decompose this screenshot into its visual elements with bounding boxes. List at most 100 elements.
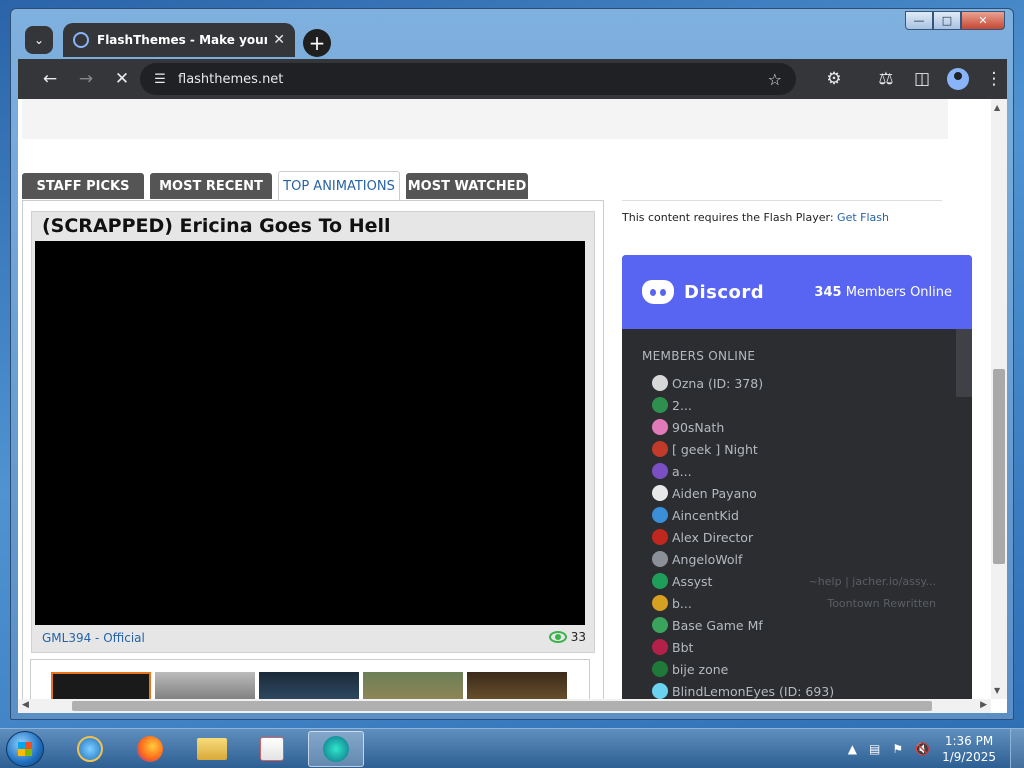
site-settings-icon[interactable]: ☰ <box>150 72 170 87</box>
member-avatar-icon <box>652 639 668 655</box>
tab-strip: ⌄ FlashThemes - Make your own ✕ + <box>17 17 1009 57</box>
address-bar[interactable]: ☰ flashthemes.net ☆ <box>140 63 796 95</box>
member-row[interactable]: Base Game Mf <box>652 615 942 635</box>
member-row[interactable]: BlindLemonEyes (ID: 693) <box>652 681 942 701</box>
menu-kebab-icon[interactable]: ⋮ <box>982 67 1006 91</box>
scroll-left-icon[interactable]: ◀ <box>22 700 29 710</box>
eye-icon <box>548 631 567 643</box>
member-name: a... <box>672 463 692 479</box>
clock-time: 1:36 PM <box>944 734 994 748</box>
member-avatar-icon <box>652 419 668 435</box>
member-row[interactable]: 90sNath <box>652 417 942 437</box>
member-row[interactable]: bije zone <box>652 659 942 679</box>
member-row[interactable]: Aiden Payano <box>652 483 942 503</box>
member-name: AincentKid <box>672 507 739 523</box>
clock[interactable]: 1:36 PM 1/9/2025 <box>942 733 996 765</box>
horizontal-scroll-thumb[interactable] <box>72 701 932 711</box>
member-name: AngeloWolf <box>672 551 743 567</box>
video-title: (SCRAPPED) Ericina Goes To Hell <box>42 215 391 237</box>
flash-message-text: This content requires the Flash Player: <box>622 211 834 224</box>
member-row[interactable]: Bbt <box>652 637 942 657</box>
video-player: (SCRAPPED) Ericina Goes To Hell GML394 -… <box>31 211 595 653</box>
member-name: bije zone <box>672 661 729 677</box>
horizontal-scrollbar[interactable]: ◀ ▶ <box>18 699 991 713</box>
internet-explorer-icon <box>77 736 103 762</box>
taskbar: ▲ ▤ ⚑ 🔇 1:36 PM 1/9/2025 <box>0 728 1024 768</box>
member-name: Assyst <box>672 573 713 589</box>
member-row[interactable]: Ozna (ID: 378) <box>652 373 942 393</box>
tab-most-recent[interactable]: MOST RECENT <box>150 173 272 199</box>
member-avatar-icon <box>652 617 668 633</box>
taskbar-firefox[interactable] <box>122 731 178 767</box>
member-row[interactable]: a... <box>652 461 942 481</box>
forward-button[interactable]: → <box>74 67 98 91</box>
member-name: Aiden Payano <box>672 485 757 501</box>
member-name: Base Game Mf <box>672 617 763 633</box>
vertical-scroll-thumb[interactable] <box>993 369 1005 564</box>
scroll-down-icon[interactable]: ▼ <box>994 686 1000 695</box>
close-tab-icon[interactable]: ✕ <box>273 32 285 48</box>
view-count: 33 <box>548 630 586 644</box>
taskbar-media-player[interactable] <box>244 731 300 767</box>
member-avatar-icon <box>652 375 668 391</box>
side-panel-icon[interactable]: ◫ <box>910 67 934 91</box>
flash-required-message: This content requires the Flash Player: … <box>622 211 889 224</box>
member-avatar-icon <box>652 529 668 545</box>
tab-most-watched[interactable]: MOST WATCHED <box>406 173 528 199</box>
labs-flask-icon[interactable]: ⚖ <box>874 67 898 91</box>
extensions-icon[interactable]: ⚙ <box>822 67 846 91</box>
network-icon[interactable]: ▤ <box>869 742 880 756</box>
firefox-icon <box>137 736 163 762</box>
get-flash-link[interactable]: Get Flash <box>837 211 889 224</box>
member-row[interactable]: AincentKid <box>652 505 942 525</box>
member-row[interactable]: Alex Director <box>652 527 942 547</box>
tab-top-animations[interactable]: TOP ANIMATIONS <box>278 171 400 200</box>
url-text: flashthemes.net <box>178 71 284 87</box>
discord-members-list: MEMBERS ONLINE Ozna (ID: 378) 2... 90sNath… <box>622 329 972 713</box>
new-tab-button[interactable]: + <box>303 29 331 57</box>
member-name: Alex Director <box>672 529 754 545</box>
action-center-flag-icon[interactable]: ⚑ <box>892 742 903 756</box>
site-banner <box>22 99 948 139</box>
online-count-value: 345 <box>814 284 842 300</box>
taskbar-internet-explorer[interactable] <box>62 731 118 767</box>
online-count: 345 Members Online <box>814 285 952 300</box>
member-row[interactable]: b... Toontown Rewritten <box>652 593 942 613</box>
member-avatar-icon <box>652 551 668 567</box>
member-avatar-icon <box>652 683 668 699</box>
member-row[interactable]: [ geek ] Night <box>652 439 942 459</box>
loading-spinner-icon <box>73 32 89 48</box>
page-viewport: STAFF PICKS MOST RECENT TOP ANIMATIONS M… <box>18 99 1007 713</box>
discord-widget: Discord 345 Members Online MEMBERS ONLIN… <box>622 255 972 713</box>
vertical-scrollbar[interactable]: ▲ ▼ <box>991 99 1007 699</box>
back-button[interactable]: ← <box>38 67 62 91</box>
taskbar-file-explorer[interactable] <box>184 731 240 767</box>
system-tray: ▲ ▤ ⚑ 🔇 1:36 PM 1/9/2025 <box>848 729 1024 768</box>
start-button[interactable] <box>6 731 44 767</box>
browser-app-icon <box>323 736 349 762</box>
profile-avatar-icon <box>947 68 969 90</box>
video-area[interactable] <box>35 241 585 625</box>
video-author-link[interactable]: GML394 - Official <box>42 631 145 645</box>
browser-tab[interactable]: FlashThemes - Make your own ✕ <box>63 23 295 57</box>
member-row[interactable]: Assyst ~help | jacher.io/assy... <box>652 571 942 591</box>
member-activity: ~help | jacher.io/assy... <box>808 574 936 588</box>
member-row[interactable]: AngeloWolf <box>652 549 942 569</box>
member-avatar-icon <box>652 573 668 589</box>
discord-scrollbar[interactable] <box>956 329 972 397</box>
bookmark-star-icon[interactable]: ☆ <box>768 70 782 89</box>
clock-date: 1/9/2025 <box>942 750 996 764</box>
tab-staff-picks[interactable]: STAFF PICKS <box>22 173 144 199</box>
scroll-right-icon[interactable]: ▶ <box>980 700 987 710</box>
member-avatar-icon <box>652 595 668 611</box>
member-row[interactable]: 2... <box>652 395 942 415</box>
show-desktop-button[interactable] <box>1010 729 1024 768</box>
show-hidden-icons[interactable]: ▲ <box>848 742 857 756</box>
profile-button[interactable] <box>946 67 970 91</box>
taskbar-chrome-active[interactable] <box>308 731 364 767</box>
tab-search-button[interactable]: ⌄ <box>25 26 53 54</box>
volume-muted-icon[interactable]: 🔇 <box>915 742 930 756</box>
scroll-up-icon[interactable]: ▲ <box>994 103 1000 112</box>
member-name: BlindLemonEyes (ID: 693) <box>672 683 835 699</box>
stop-loading-button[interactable]: ✕ <box>110 67 134 91</box>
